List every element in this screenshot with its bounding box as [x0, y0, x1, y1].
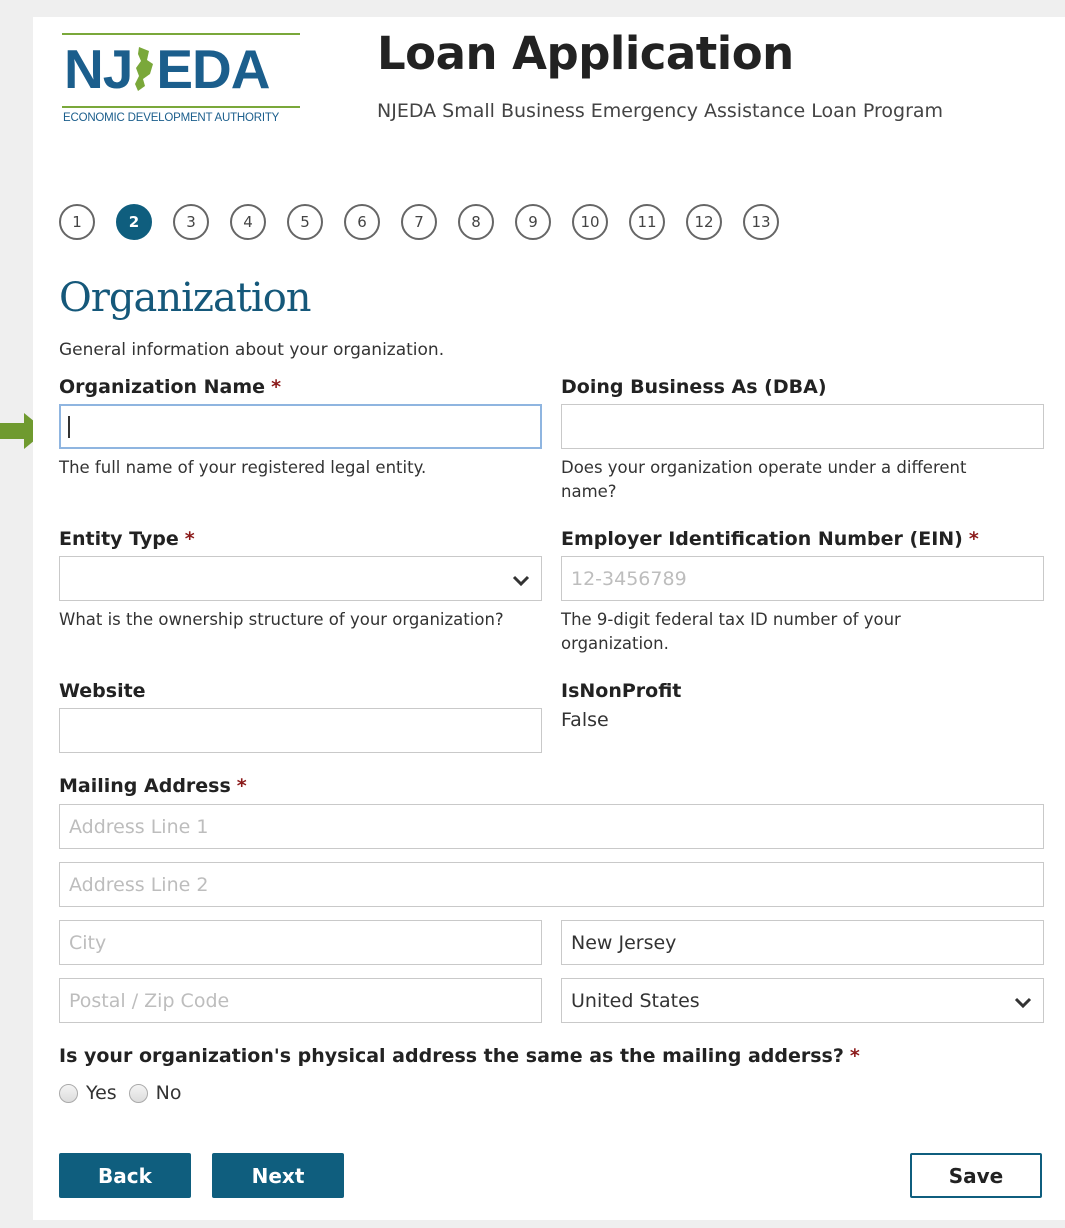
- step-4[interactable]: 4: [230, 204, 266, 240]
- city-input[interactable]: City: [59, 920, 542, 965]
- radio-no[interactable]: [128, 1083, 148, 1103]
- logo-subtext: ECONOMIC DEVELOPMENT AUTHORITY: [63, 112, 280, 124]
- radio-yes[interactable]: [59, 1083, 78, 1103]
- njeda-logo: NJ EDA ECONOMIC DEVELOPMENT AUTHORITY: [62, 33, 302, 128]
- required-marker: *: [849, 1045, 860, 1067]
- ein-label-text: Employer Identification Number (EIN): [561, 528, 963, 550]
- is-nonprofit-label: IsNonProfit: [561, 680, 682, 702]
- step-10[interactable]: 10: [572, 204, 608, 240]
- step-12[interactable]: 12: [686, 204, 722, 240]
- save-button[interactable]: Save: [910, 1153, 1042, 1198]
- section-title: Organization: [59, 275, 312, 321]
- section-description: General information about your organizat…: [59, 340, 445, 360]
- next-button[interactable]: Next: [212, 1153, 344, 1198]
- step-9[interactable]: 9: [515, 204, 551, 240]
- physical-same-radio-group: Yes No: [59, 1082, 194, 1104]
- logo-top-rule: [62, 33, 300, 35]
- form-card: NJ EDA ECONOMIC DEVELOPMENT AUTHORITY Lo…: [33, 17, 1065, 1220]
- required-marker: *: [184, 528, 195, 550]
- step-6[interactable]: 6: [344, 204, 380, 240]
- dba-input[interactable]: [561, 404, 1044, 449]
- entity-type-select[interactable]: [59, 556, 542, 601]
- state-input[interactable]: New Jersey: [561, 920, 1044, 965]
- page-title: Loan Application: [377, 27, 794, 80]
- country-select-value: United States: [571, 989, 700, 1012]
- website-input[interactable]: [59, 708, 542, 753]
- page-subtitle: NJEDA Small Business Emergency Assistanc…: [377, 100, 944, 122]
- country-select[interactable]: United States: [561, 978, 1044, 1023]
- zip-input[interactable]: Postal / Zip Code: [59, 978, 542, 1023]
- ein-help: The 9-digit federal tax ID number of you…: [561, 610, 901, 653]
- dba-help: Does your organization operate under a d…: [561, 458, 967, 501]
- step-3[interactable]: 3: [173, 204, 209, 240]
- is-nonprofit-value: False: [561, 709, 609, 731]
- ein-input[interactable]: 12-3456789: [561, 556, 1044, 601]
- step-5[interactable]: 5: [287, 204, 323, 240]
- org-name-label: Organization Name *: [59, 376, 281, 398]
- org-name-label-text: Organization Name: [59, 376, 266, 398]
- step-1[interactable]: 1: [59, 204, 95, 240]
- mailing-address-label-text: Mailing Address: [59, 775, 231, 797]
- required-marker: *: [968, 528, 979, 550]
- required-marker: *: [236, 775, 247, 797]
- step-7[interactable]: 7: [401, 204, 437, 240]
- mailing-address-label: Mailing Address *: [59, 775, 247, 797]
- radio-no-label: No: [155, 1082, 182, 1104]
- physical-same-question-text: Is your organization's physical address …: [59, 1045, 844, 1067]
- step-8[interactable]: 8: [458, 204, 494, 240]
- address-line2-input[interactable]: Address Line 2: [59, 862, 1044, 907]
- org-name-help: The full name of your registered legal e…: [59, 458, 427, 477]
- entity-type-label-text: Entity Type: [59, 528, 179, 550]
- website-label: Website: [59, 680, 146, 702]
- chevron-down-icon: [512, 575, 530, 587]
- back-button[interactable]: Back: [59, 1153, 191, 1198]
- required-marker: *: [271, 376, 281, 398]
- ein-label: Employer Identification Number (EIN) *: [561, 528, 979, 550]
- logo-bottom-rule: [62, 106, 300, 108]
- text-caret: [68, 415, 70, 438]
- org-name-input[interactable]: [59, 404, 542, 449]
- dba-label: Doing Business As (DBA): [561, 376, 827, 398]
- step-navigator: 1 2 3 4 5 6 7 8 9 10 11 12 13: [59, 204, 779, 240]
- entity-type-help: What is the ownership structure of your …: [59, 610, 504, 629]
- physical-same-question: Is your organization's physical address …: [59, 1045, 860, 1067]
- radio-yes-label: Yes: [86, 1082, 117, 1104]
- logo-wordmark: NJ EDA: [64, 38, 270, 100]
- chevron-down-icon: [1014, 997, 1032, 1009]
- step-2-active[interactable]: 2: [116, 204, 152, 240]
- entity-type-label: Entity Type *: [59, 528, 195, 550]
- address-line1-input[interactable]: Address Line 1: [59, 804, 1044, 849]
- step-13[interactable]: 13: [743, 204, 779, 240]
- step-11[interactable]: 11: [629, 204, 665, 240]
